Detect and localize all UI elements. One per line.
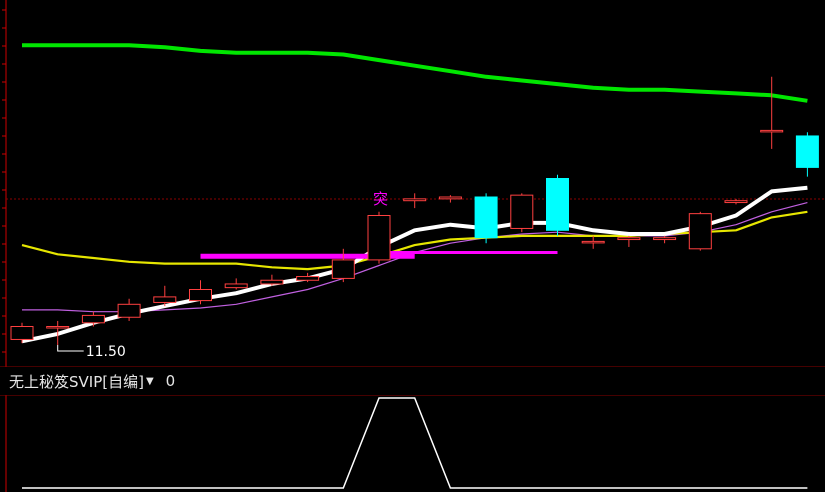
candle-body xyxy=(10,326,34,340)
candle-body xyxy=(688,213,712,250)
stock-chart: 11.50 突 xyxy=(0,0,825,492)
dropdown-arrow-icon[interactable]: ▼ xyxy=(146,376,154,387)
candle-body xyxy=(189,289,212,302)
candle xyxy=(474,193,498,244)
candle-body xyxy=(581,240,605,244)
candle-body xyxy=(546,178,569,231)
candle-body xyxy=(474,196,498,239)
indicator-plot xyxy=(22,397,808,489)
indicator-value: 0 xyxy=(165,372,176,390)
candle-body xyxy=(403,198,427,202)
candle-body xyxy=(367,215,391,261)
candle-body xyxy=(260,279,284,285)
candle-body xyxy=(331,259,355,279)
candle-body xyxy=(617,237,641,241)
indicator-line xyxy=(22,397,808,489)
signal-label: 突 xyxy=(373,190,388,208)
candle xyxy=(510,193,534,233)
candle-body xyxy=(760,129,784,133)
low-price-label: 11.50 xyxy=(86,344,126,360)
candle xyxy=(546,174,569,236)
candle-body xyxy=(296,276,320,281)
candle-body xyxy=(46,326,70,329)
indicator-header[interactable]: 无上秘笈SVIP[自编] ▼ 0 xyxy=(0,367,825,395)
candle xyxy=(688,211,712,251)
candle-body xyxy=(795,135,819,168)
candle-body xyxy=(117,303,141,318)
candle-body xyxy=(510,194,534,229)
candle-body xyxy=(224,283,248,289)
candle-body xyxy=(653,237,677,241)
candle-body xyxy=(81,314,105,324)
candle-body xyxy=(724,200,748,204)
candle-body xyxy=(153,296,177,303)
candle-body xyxy=(438,196,462,200)
indicator-name[interactable]: 无上秘笈SVIP[自编] xyxy=(9,371,144,392)
candle xyxy=(367,211,391,264)
